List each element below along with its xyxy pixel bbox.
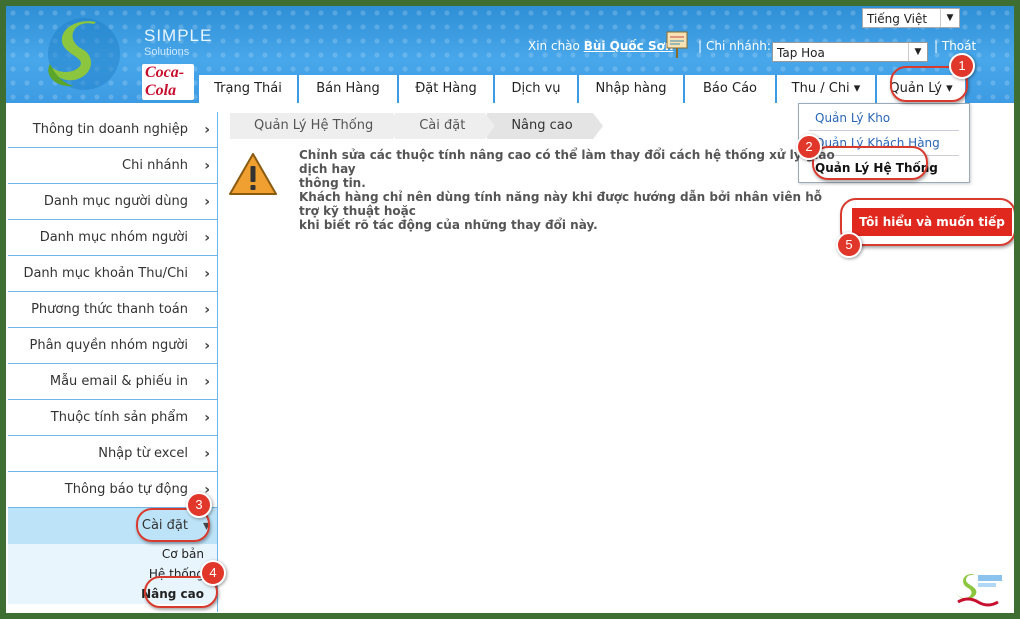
sidebar-item-label: Danh mục khoản Thu/Chi: [23, 266, 188, 281]
chevron-right-icon: ›: [204, 230, 210, 246]
sidebar-divider: [217, 112, 218, 612]
step-badge-1: 1: [949, 53, 975, 79]
warning-icon: [229, 153, 277, 195]
sidebar-item-user-groups[interactable]: Danh mục nhóm người dùng›: [8, 220, 218, 281]
warning-line: Khách hàng chỉ nên dùng tính năng này kh…: [299, 190, 822, 218]
chevron-right-icon: ›: [204, 266, 210, 282]
sidebar-item-label: Phương thức thanh toán: [31, 302, 188, 317]
logout-link[interactable]: | Thoát: [934, 39, 976, 53]
chevron-down-icon: ▼: [940, 9, 959, 27]
app-window: SIMPLE Solutions Coca-Cola Tiếng Việt ▼ …: [0, 0, 1020, 619]
sidebar-item-branch[interactable]: Chi nhánh ›: [8, 148, 218, 184]
brand-sub: Solutions: [144, 46, 190, 58]
chevron-down-icon: ▼: [908, 43, 927, 61]
proceed-button[interactable]: Tôi hiểu và muốn tiếp tục: [852, 208, 1012, 257]
step-badge-5: 5: [836, 232, 862, 258]
nav-tab-orders[interactable]: Đặt Hàng: [399, 75, 495, 103]
step-badge-3: 3: [186, 492, 212, 518]
chevron-right-icon: ›: [204, 374, 210, 390]
sidebar-item-label: Chi nhánh: [122, 158, 188, 173]
nav-tab-purchasing[interactable]: Nhập hàng: [579, 75, 685, 103]
nav-tab-status[interactable]: Trạng Thái: [199, 75, 299, 103]
sidebar-item-label: Danh mục người dùng: [43, 194, 188, 209]
language-value: Tiếng Việt: [867, 12, 928, 26]
nav-tab-income-expense[interactable]: Thu / Chi ▾: [777, 75, 877, 103]
nav-tab-management[interactable]: Quản Lý ▾: [877, 75, 967, 103]
warning-message: Chỉnh sửa các thuộc tính nâng cao có thể…: [299, 148, 839, 232]
sidebar-item-label: Mẫu email & phiếu in: [49, 374, 188, 389]
sidebar-item-label: Thông tin doanh nghiệp: [32, 122, 188, 137]
sidebar-item-users[interactable]: Danh mục người dùng ›: [8, 184, 218, 220]
sidebar-item-company-info[interactable]: Thông tin doanh nghiệp ›: [8, 112, 218, 148]
sidebar: Thông tin doanh nghiệp › Chi nhánh › Danh …: [8, 112, 218, 604]
step-badge-4: 4: [200, 560, 226, 586]
sidebar-item-email-templates[interactable]: Mẫu email & phiếu in ›: [8, 364, 218, 400]
sidebar-item-settings[interactable]: Cài đặt ▾: [8, 508, 218, 544]
sidebar-subitem-advanced[interactable]: Nâng cao: [8, 584, 218, 604]
breadcrumb-item-advanced: Nâng cao: [487, 113, 604, 139]
nav-tab-reports[interactable]: Báo Cáo: [685, 75, 777, 103]
sidebar-item-label: Thông báo tự động: [64, 482, 188, 497]
chevron-right-icon: ›: [204, 158, 210, 174]
breadcrumb: Quản Lý Hệ Thống Cài đặt Nâng cao: [230, 113, 604, 139]
brand-logo[interactable]: SIMPLE Solutions Coca-Cola: [34, 14, 211, 100]
chevron-right-icon: ›: [204, 194, 210, 210]
step-badge-2: 2: [796, 134, 822, 160]
chevron-right-icon: ›: [204, 410, 210, 426]
sidebar-item-permissions[interactable]: Phân quyền nhóm người dùng›: [8, 328, 218, 389]
sidebar-item-product-attributes[interactable]: Thuộc tính sản phẩm ›: [8, 400, 218, 436]
chevron-right-icon: ›: [204, 338, 210, 354]
greeting-text: Xin chào Bùi Quốc Sơn: [528, 39, 673, 53]
sidebar-item-label: Thuộc tính sản phẩm: [50, 410, 188, 425]
branch-label: Chi nhánh:: [706, 39, 771, 53]
language-select[interactable]: Tiếng Việt ▼: [862, 8, 960, 28]
separator: |: [698, 39, 703, 53]
swan-logo-icon: [48, 18, 120, 90]
nav-tab-services[interactable]: Dịch vụ: [495, 75, 579, 103]
footer-logo-icon: [956, 574, 1002, 607]
sidebar-subitem-system[interactable]: Hệ thống: [8, 564, 218, 584]
dropdown-item-warehouse[interactable]: Quản Lý Kho: [815, 111, 890, 125]
warning-line: khi biết rõ tác động của những thay đổi …: [299, 218, 598, 232]
header-bar: SIMPLE Solutions Coca-Cola Tiếng Việt ▼ …: [6, 6, 1014, 103]
sidebar-item-income-expense-items[interactable]: Danh mục khoản Thu/Chi ›: [8, 256, 218, 292]
warning-line: thông tin.: [299, 176, 366, 190]
breadcrumb-item-settings[interactable]: Cài đặt: [395, 113, 496, 139]
branch-select[interactable]: Tap Hoa ▼: [772, 42, 928, 62]
nav-tab-sales[interactable]: Bán Hàng: [299, 75, 399, 103]
partner-logo: Coca-Cola: [142, 64, 194, 100]
chevron-right-icon: ›: [204, 446, 210, 462]
sidebar-subitem-basic[interactable]: Cơ bản: [8, 544, 218, 564]
divider: [809, 130, 959, 131]
user-link[interactable]: Bùi Quốc Sơn: [584, 39, 674, 53]
warning-line: Chỉnh sửa các thuộc tính nâng cao có thể…: [299, 148, 835, 176]
sidebar-item-label: Cài đặt: [141, 518, 188, 533]
breadcrumb-item-system[interactable]: Quản Lý Hệ Thống: [230, 113, 404, 139]
notice-board-icon[interactable]: [666, 30, 688, 58]
chevron-right-icon: ›: [204, 122, 210, 138]
main-nav: Trạng Thái Bán Hàng Đặt Hàng Dịch vụ Nhậ…: [199, 75, 967, 103]
sidebar-item-import-excel[interactable]: Nhập từ excel ›: [8, 436, 218, 472]
sidebar-item-label: Nhập từ excel: [98, 446, 188, 461]
chevron-right-icon: ›: [204, 302, 210, 318]
brand-name: SIMPLE: [144, 26, 213, 45]
greeting-label: Xin chào: [528, 39, 580, 53]
branch-value: Tap Hoa: [777, 46, 825, 60]
sidebar-item-payment-methods[interactable]: Phương thức thanh toán ›: [8, 292, 218, 328]
